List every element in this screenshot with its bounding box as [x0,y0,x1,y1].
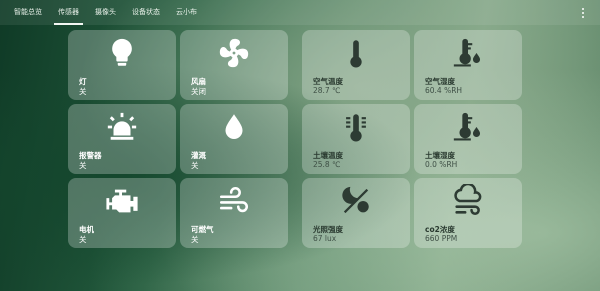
tab-camera[interactable]: 摄像头 [87,0,124,25]
device-card-fan[interactable]: 风扇 关闭 [180,30,288,100]
sensor-card-light-intensity[interactable]: 光照强度 67 lux [302,178,410,248]
device-state: 关 [191,161,199,170]
cloud-wind-icon [414,184,522,220]
humidity-icon [414,36,522,72]
device-state: 关 [79,161,87,170]
water-drop-icon [180,110,288,146]
sensor-card-soil-temperature[interactable]: 土壤温度 25.8 ℃ [302,104,410,174]
sensor-value: 67 lux [313,234,337,243]
tab-list: 智能总览 传感器 摄像头 设备状态 云小布 [6,0,205,25]
tab-cloud[interactable]: 云小布 [168,0,205,25]
lightbulb-icon [68,36,176,72]
device-state: 关 [191,235,199,244]
soil-thermometer-icon [302,110,410,146]
tab-sensors[interactable]: 传感器 [50,0,87,25]
sensor-card-air-temperature[interactable]: 空气温度 28.7 ℃ [302,30,410,100]
device-state: 关 [79,235,87,244]
sensor-card-air-humidity[interactable]: 空气湿度 60.4 %RH [414,30,522,100]
wind-icon [180,184,288,220]
sensor-value: 28.7 ℃ [313,86,341,95]
fan-icon [180,36,288,72]
tab-device-status[interactable]: 设备状态 [124,0,168,25]
tab-overview[interactable]: 智能总览 [6,0,50,25]
device-card-irrigation[interactable]: 灌溉 关 [180,104,288,174]
alarm-light-icon [68,110,176,146]
device-card-motor[interactable]: 电机 关 [68,178,176,248]
more-menu-icon[interactable] [581,8,584,18]
soil-humidity-icon [414,110,522,146]
sensor-value: 25.8 ℃ [313,160,341,169]
day-night-icon [302,184,410,220]
device-card-alarm[interactable]: 报警器 关 [68,104,176,174]
device-state: 关闭 [191,87,206,96]
device-card-light[interactable]: 灯 关 [68,30,176,100]
thermometer-icon [302,36,410,72]
sensor-value: 660 PPM [425,234,458,243]
sensor-card-co2[interactable]: co2浓度 660 PPM [414,178,522,248]
sensor-value: 0.0 %RH [425,160,458,169]
device-state: 关 [79,87,87,96]
sensor-card-soil-humidity[interactable]: 土壤湿度 0.0 %RH [414,104,522,174]
top-nav-bar: 智能总览 传感器 摄像头 设备状态 云小布 [0,0,600,25]
device-card-gas[interactable]: 可燃气 关 [180,178,288,248]
engine-icon [68,184,176,220]
sensor-value: 60.4 %RH [425,86,463,95]
